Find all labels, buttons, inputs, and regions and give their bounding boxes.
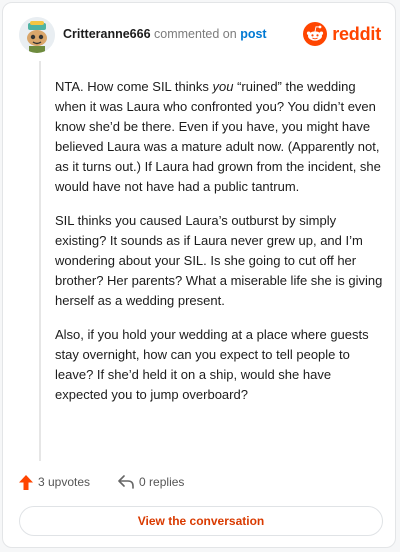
- meta-verb: commented on: [154, 27, 237, 41]
- reddit-wordmark: reddit: [332, 23, 381, 44]
- avatar[interactable]: [19, 17, 55, 53]
- upvote-button[interactable]: 3 upvotes: [19, 474, 91, 490]
- upvote-arrow-icon: [19, 474, 33, 490]
- reply-button[interactable]: 0 replies: [118, 475, 184, 489]
- emphasis-text: you: [212, 79, 234, 94]
- comment-meta: Critteranne666 commented on post: [63, 27, 267, 41]
- avatar-snoo-icon: [19, 17, 55, 53]
- comment-paragraph-3: Also, if you hold your wedding at a plac…: [55, 327, 369, 402]
- upvote-count: 3 upvotes: [38, 475, 91, 489]
- comment-header: Critteranne666 commented on post reddit: [19, 17, 381, 55]
- view-conversation-button[interactable]: View the conversation: [19, 506, 383, 536]
- username[interactable]: Critteranne666: [63, 27, 151, 41]
- comment-thread: NTA. How come SIL thinks you “ruined” th…: [39, 61, 383, 461]
- comment-paragraph-1: NTA. How come SIL thinks you “ruined” th…: [55, 79, 381, 194]
- comment-card: Critteranne666 commented on post reddit …: [2, 2, 396, 548]
- comment-actions: 3 upvotes 0 replies: [19, 473, 184, 491]
- comment-paragraph-2: SIL thinks you caused Laura’s outburst b…: [55, 213, 383, 308]
- comment-body: NTA. How come SIL thinks you “ruined” th…: [55, 77, 385, 419]
- reddit-logo-icon: [303, 22, 328, 46]
- reply-arrow-icon: [118, 475, 134, 489]
- post-link[interactable]: post: [240, 27, 266, 41]
- reddit-brand[interactable]: reddit: [303, 21, 381, 47]
- reply-count: 0 replies: [139, 475, 185, 489]
